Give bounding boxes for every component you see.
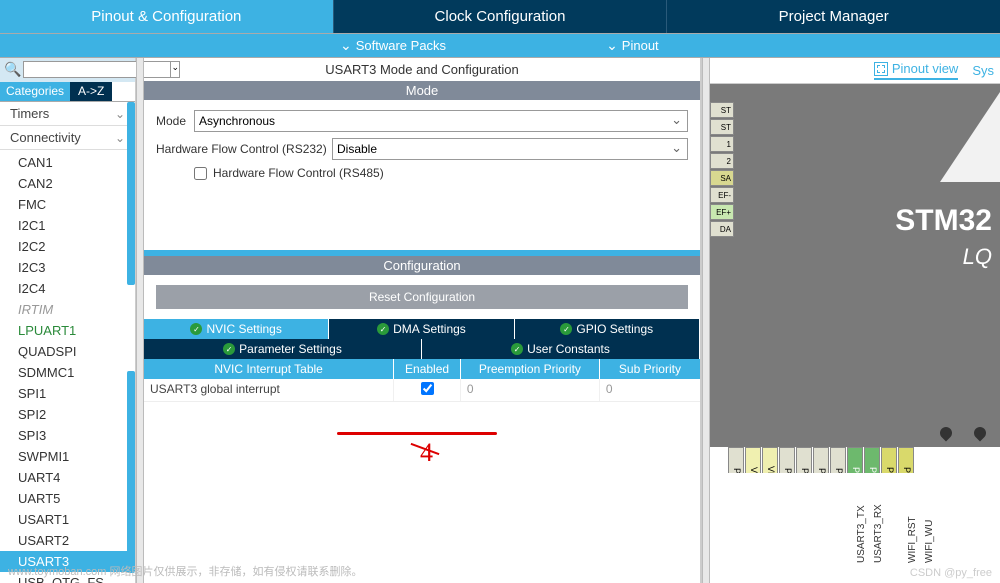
- tab-clock-config[interactable]: Clock Configuration: [334, 0, 668, 33]
- tree-item-quadspi[interactable]: QUADSPI: [0, 341, 135, 362]
- config-header: Configuration: [144, 256, 700, 275]
- chip-corner: [940, 92, 1000, 182]
- right-panel: Pinout view Sys STST12SAEF-EF+DA STM32LQ…: [710, 58, 1000, 583]
- scrollbar[interactable]: [127, 102, 135, 285]
- splitter[interactable]: [136, 58, 144, 583]
- pin-function-label: WIFI_WU: [924, 520, 935, 563]
- pin[interactable]: EF+: [710, 204, 734, 220]
- pinout-view-icon: [874, 62, 888, 76]
- tree-item-irtim[interactable]: IRTIM: [0, 299, 135, 320]
- hw-flow-232-label: Hardware Flow Control (RS232): [156, 142, 326, 156]
- tab-pinout-config[interactable]: Pinout & Configuration: [0, 0, 334, 33]
- pin[interactable]: 2: [710, 153, 734, 169]
- pin[interactable]: DA: [710, 221, 734, 237]
- nvic-row[interactable]: USART3 global interrupt 0 0: [144, 379, 700, 402]
- hw-flow-485-checkbox[interactable]: [194, 167, 207, 180]
- reset-config-button[interactable]: Reset Configuration: [156, 285, 688, 309]
- nvic-table-header: NVIC Interrupt Table Enabled Preemption …: [144, 359, 700, 379]
- tab-dma-settings[interactable]: ✓DMA Settings: [329, 319, 514, 339]
- tree-item-i2c2[interactable]: I2C2: [0, 236, 135, 257]
- tab-nvic-settings[interactable]: ✓NVIC Settings: [144, 319, 329, 339]
- pin[interactable]: ST: [710, 119, 734, 135]
- tree-item-can1[interactable]: CAN1: [0, 152, 135, 173]
- tree-item-fmc[interactable]: FMC: [0, 194, 135, 215]
- search-icon: 🔍: [4, 61, 21, 78]
- pin[interactable]: SA: [710, 170, 734, 186]
- preemption-priority[interactable]: 0: [461, 379, 600, 401]
- tack-icon: [972, 425, 989, 442]
- watermark: www.toymoban.com 网络图片仅供展示，非存储，如有侵权请联系删除。: [8, 563, 362, 579]
- scrollbar[interactable]: [127, 371, 135, 573]
- tree-item-spi2[interactable]: SPI2: [0, 404, 135, 425]
- system-view-tab[interactable]: Sys: [972, 63, 994, 78]
- mode-label: Mode: [156, 114, 188, 128]
- splitter[interactable]: [702, 58, 710, 583]
- mid-panel: USART3 Mode and Configuration Mode Mode …: [144, 58, 702, 583]
- tab-user-constants[interactable]: ✓User Constants: [422, 339, 700, 359]
- tree-item-lpuart1[interactable]: LPUART1: [0, 320, 135, 341]
- tab-project-manager[interactable]: Project Manager: [667, 0, 1000, 33]
- tree-item-uart4[interactable]: UART4: [0, 467, 135, 488]
- hw-flow-232-select[interactable]: Disable: [332, 138, 688, 160]
- software-packs-menu[interactable]: Software Packs: [340, 37, 446, 54]
- tab-az[interactable]: A->Z: [70, 82, 112, 101]
- group-connectivity[interactable]: Connectivity ⌄: [0, 126, 135, 150]
- tree-item-spi1[interactable]: SPI1: [0, 383, 135, 404]
- tree-item-i2c4[interactable]: I2C4: [0, 278, 135, 299]
- pin-function-label: WIFI_RST: [907, 516, 918, 563]
- sub-priority[interactable]: 0: [600, 379, 700, 401]
- check-icon: ✓: [560, 323, 572, 335]
- tab-gpio-settings[interactable]: ✓GPIO Settings: [515, 319, 700, 339]
- tree-item-uart5[interactable]: UART5: [0, 488, 135, 509]
- check-icon: ✓: [190, 323, 202, 335]
- tree-item-usart1[interactable]: USART1: [0, 509, 135, 530]
- chip-diagram[interactable]: STST12SAEF-EF+DA STM32LQ: [710, 84, 1000, 447]
- tab-categories[interactable]: Categories: [0, 82, 70, 101]
- pin-function-label: USART3_RX: [873, 504, 884, 563]
- tree-item-swpmi1[interactable]: SWPMI1: [0, 446, 135, 467]
- left-panel: 🔍 ⌄ Categories A->Z Timers ⌄ Connectivity…: [0, 58, 136, 583]
- chevron-down-icon: ⌄: [115, 107, 125, 121]
- hw-flow-485-label: Hardware Flow Control (RS485): [213, 166, 384, 180]
- check-icon: ✓: [511, 343, 523, 355]
- csdn-credit: CSDN @py_free: [910, 567, 992, 579]
- tab-parameter-settings[interactable]: ✓Parameter Settings: [144, 339, 422, 359]
- pinout-menu[interactable]: Pinout: [606, 37, 659, 54]
- interrupt-name: USART3 global interrupt: [144, 379, 394, 401]
- tree-item-usart2[interactable]: USART2: [0, 530, 135, 551]
- group-timers[interactable]: Timers ⌄: [0, 102, 135, 126]
- interrupt-enabled-checkbox[interactable]: [421, 382, 434, 395]
- mode-header: Mode: [144, 81, 700, 100]
- sub-toolbar: Software Packs Pinout: [0, 34, 1000, 58]
- tack-icon: [938, 425, 955, 442]
- chevron-down-icon: ⌄: [115, 131, 125, 145]
- tree: Timers⌄ Connectivity⌄ CAN1CAN2FMCI2C1I2C…: [0, 102, 135, 583]
- pin[interactable]: EF-: [710, 187, 734, 203]
- check-icon: ✓: [223, 343, 235, 355]
- tree-item-i2c3[interactable]: I2C3: [0, 257, 135, 278]
- mode-select[interactable]: Asynchronous: [194, 110, 688, 132]
- chip-label: STM32LQ: [895, 204, 992, 272]
- pin-function-label: USART3_TX: [856, 505, 867, 563]
- group-label: Connectivity: [10, 130, 81, 145]
- check-icon: ✓: [377, 323, 389, 335]
- tree-item-can2[interactable]: CAN2: [0, 173, 135, 194]
- pin[interactable]: ST: [710, 102, 734, 118]
- group-label: Timers: [10, 106, 49, 121]
- pinout-view-tab[interactable]: Pinout view: [874, 61, 958, 80]
- pin[interactable]: 1: [710, 136, 734, 152]
- tree-item-i2c1[interactable]: I2C1: [0, 215, 135, 236]
- tree-item-spi3[interactable]: SPI3: [0, 425, 135, 446]
- panel-title: USART3 Mode and Configuration: [144, 58, 700, 81]
- tree-item-sdmmc1[interactable]: SDMMC1: [0, 362, 135, 383]
